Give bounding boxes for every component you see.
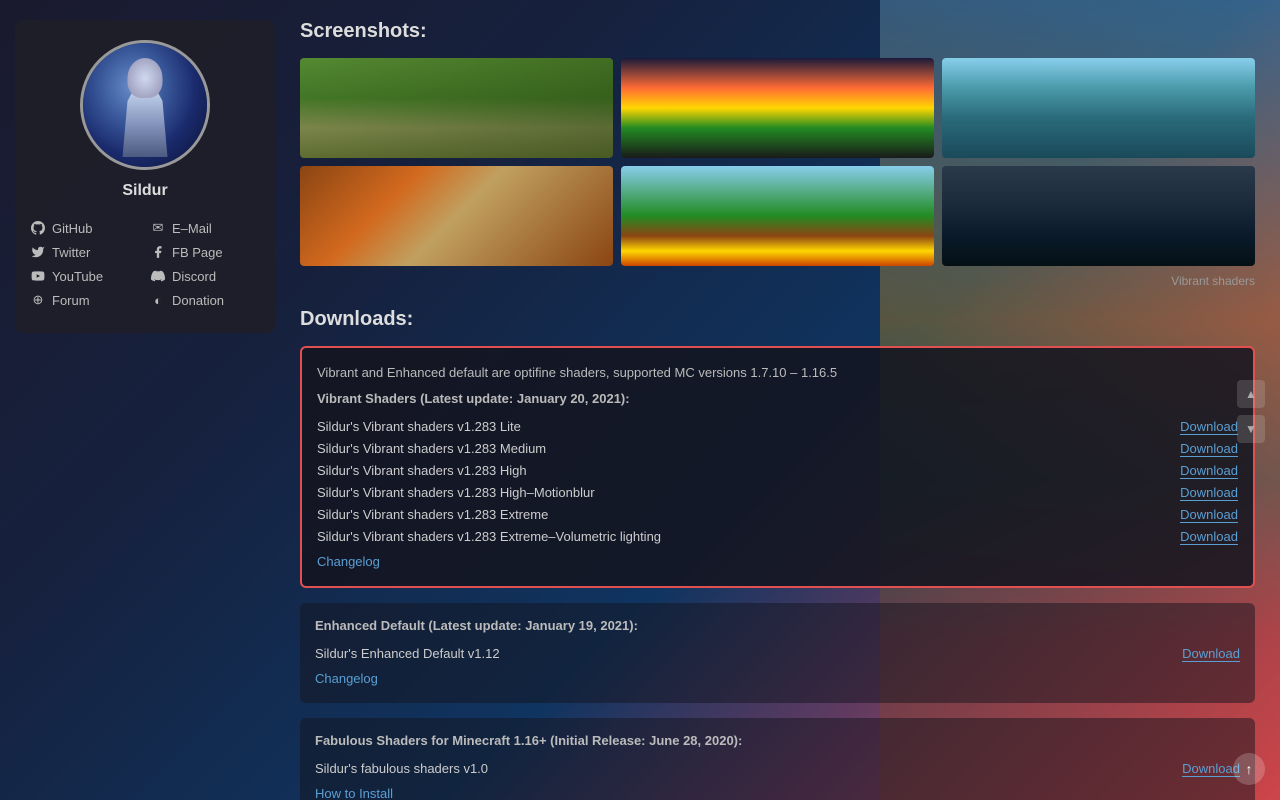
downloads-title: Downloads: [300, 308, 1255, 331]
email-label: E–Mail [172, 221, 212, 236]
social-links: GitHub ✉ E–Mail Twitter FB Page [30, 220, 260, 308]
donation-label: Donation [172, 293, 224, 308]
vibrant-high-download[interactable]: Download [1180, 463, 1238, 479]
github-icon [30, 220, 46, 236]
sidebar: Sildur GitHub ✉ E–Mail Twitter [0, 0, 290, 800]
vibrant-lite-name: Sildur's Vibrant shaders v1.283 Lite [317, 419, 521, 434]
scroll-top-icon: ↑ [1246, 761, 1253, 777]
enhanced-download[interactable]: Download [1182, 646, 1240, 662]
discord-icon [150, 268, 166, 284]
vibrant-extreme-download[interactable]: Download [1180, 507, 1238, 523]
fabulous-subtitle: Fabulous Shaders for Minecraft 1.16+ (In… [315, 733, 1240, 748]
screenshot-sunset[interactable] [621, 58, 934, 158]
download-row: Sildur's Enhanced Default v1.12 Download [315, 643, 1240, 665]
nav-arrow-down[interactable]: ▼ [1237, 415, 1265, 443]
scroll-to-top-button[interactable]: ↑ [1233, 753, 1265, 785]
vibrant-medium-name: Sildur's Vibrant shaders v1.283 Medium [317, 441, 546, 456]
fabulous-howtoinstall[interactable]: How to Install [315, 786, 393, 800]
email-icon: ✉ [150, 220, 166, 236]
screenshot-forest[interactable] [300, 58, 613, 158]
screenshot-dark-water[interactable] [942, 166, 1255, 266]
enhanced-name: Sildur's Enhanced Default v1.12 [315, 646, 500, 661]
download-row: Sildur's Vibrant shaders v1.283 High–Mot… [317, 482, 1238, 504]
screenshot-water[interactable] [942, 58, 1255, 158]
fb-link[interactable]: FB Page [150, 244, 260, 260]
forum-icon: ⊕ [30, 292, 46, 308]
vibrant-shaders-section: Vibrant and Enhanced default are optifin… [300, 346, 1255, 588]
download-row: Sildur's Vibrant shaders v1.283 High Dow… [317, 460, 1238, 482]
main-content: Screenshots: Vibrant shaders Downloads: … [290, 0, 1280, 800]
vibrant-high-name: Sildur's Vibrant shaders v1.283 High [317, 463, 527, 478]
download-row: Sildur's Vibrant shaders v1.283 Extreme–… [317, 526, 1238, 548]
vibrant-extremevol-download[interactable]: Download [1180, 529, 1238, 545]
fabulous-name: Sildur's fabulous shaders v1.0 [315, 761, 488, 776]
discord-label: Discord [172, 269, 216, 284]
download-row: Sildur's Vibrant shaders v1.283 Medium D… [317, 438, 1238, 460]
discord-link[interactable]: Discord [150, 268, 260, 284]
donation-link[interactable]: ◐ Donation [150, 292, 260, 308]
github-link[interactable]: GitHub [30, 220, 140, 236]
youtube-label: YouTube [52, 269, 103, 284]
twitter-label: Twitter [52, 245, 90, 260]
vibrant-extreme-name: Sildur's Vibrant shaders v1.283 Extreme [317, 507, 548, 522]
username: Sildur [122, 182, 167, 200]
download-row: Sildur's fabulous shaders v1.0 Download [315, 758, 1240, 780]
youtube-link[interactable]: YouTube [30, 268, 140, 284]
arrow-up-icon: ▲ [1245, 387, 1257, 401]
vibrant-lite-download[interactable]: Download [1180, 419, 1238, 435]
github-label: GitHub [52, 221, 92, 236]
enhanced-default-section: Enhanced Default (Latest update: January… [300, 603, 1255, 703]
arrow-down-icon: ▼ [1245, 422, 1257, 436]
page-layout: Sildur GitHub ✉ E–Mail Twitter [0, 0, 1280, 800]
avatar [83, 43, 207, 167]
email-link[interactable]: ✉ E–Mail [150, 220, 260, 236]
screenshots-title: Screenshots: [300, 20, 1255, 43]
download-row: Sildur's Vibrant shaders v1.283 Extreme … [317, 504, 1238, 526]
vibrant-subtitle: Vibrant Shaders (Latest update: January … [317, 391, 1238, 406]
youtube-icon [30, 268, 46, 284]
vibrant-label: Vibrant shaders [300, 274, 1255, 288]
fb-label: FB Page [172, 245, 223, 260]
sidebar-card: Sildur GitHub ✉ E–Mail Twitter [15, 20, 275, 333]
fabulous-section: Fabulous Shaders for Minecraft 1.16+ (In… [300, 718, 1255, 800]
screenshot-blocks[interactable] [621, 166, 934, 266]
fb-icon [150, 244, 166, 260]
screenshot-interior[interactable] [300, 166, 613, 266]
vibrant-extremevol-name: Sildur's Vibrant shaders v1.283 Extreme–… [317, 529, 661, 544]
forum-label: Forum [52, 293, 90, 308]
vibrant-highmotion-download[interactable]: Download [1180, 485, 1238, 501]
donation-icon: ◐ [150, 292, 166, 308]
vibrant-medium-download[interactable]: Download [1180, 441, 1238, 457]
download-row: Sildur's Vibrant shaders v1.283 Lite Dow… [317, 416, 1238, 438]
avatar-wrapper [80, 40, 210, 170]
enhanced-subtitle: Enhanced Default (Latest update: January… [315, 618, 1240, 633]
twitter-link[interactable]: Twitter [30, 244, 140, 260]
fabulous-download[interactable]: Download [1182, 761, 1240, 777]
screenshots-grid [300, 58, 1255, 266]
vibrant-highmotion-name: Sildur's Vibrant shaders v1.283 High–Mot… [317, 485, 595, 500]
vibrant-info-text: Vibrant and Enhanced default are optifin… [317, 363, 1238, 383]
enhanced-changelog[interactable]: Changelog [315, 671, 378, 686]
twitter-icon [30, 244, 46, 260]
vibrant-changelog[interactable]: Changelog [317, 554, 380, 569]
forum-link[interactable]: ⊕ Forum [30, 292, 140, 308]
nav-arrow-up[interactable]: ▲ [1237, 380, 1265, 408]
